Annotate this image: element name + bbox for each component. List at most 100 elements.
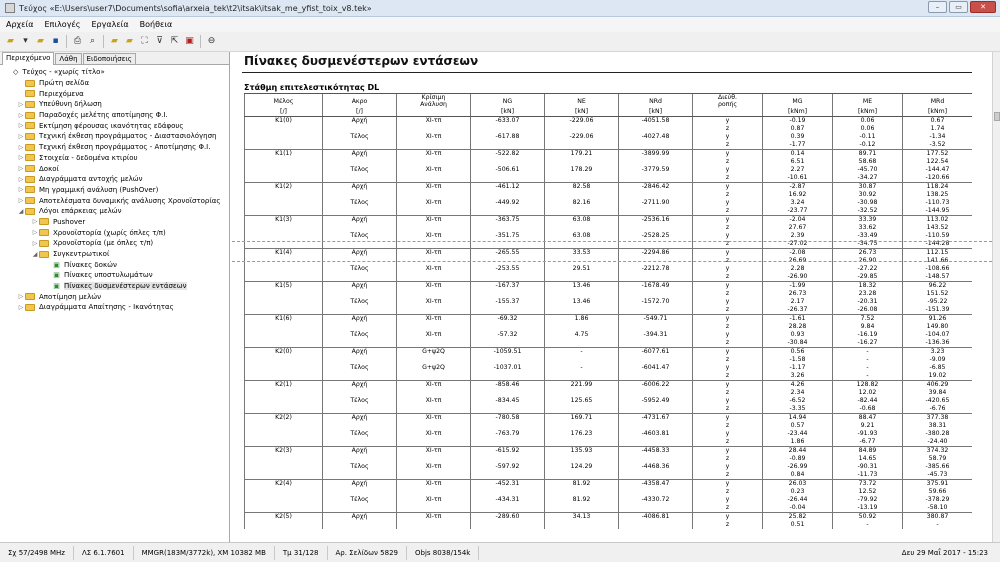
menu-item-tools[interactable]: Εργαλεία	[91, 20, 128, 29]
table-cell: -2846.42	[618, 182, 693, 191]
tree-item[interactable]: ▣ Πίνακες δυσμενέστερων εντάσεων	[0, 281, 229, 292]
table-cell: Αρχή	[322, 248, 397, 257]
tree-item[interactable]: Περιεχόμενα	[0, 88, 229, 99]
tree-item[interactable]: ▷ Δοκοί	[0, 163, 229, 174]
tree-item[interactable]: ▷ Παραδοχές μελέτης αποτίμησης Φ.Ι.	[0, 110, 229, 121]
expand-arrow-icon[interactable]: ▷	[17, 165, 25, 172]
table-cell	[618, 158, 693, 166]
expand-arrow-icon[interactable]: ▷	[31, 229, 39, 236]
table-cell	[470, 372, 545, 381]
table-cell: Αρχή	[322, 116, 397, 125]
table-row: Τέλος XI-τπ -597.92 124.29 -4468.36 y -26.99 -9…	[244, 463, 972, 471]
table-cell	[322, 389, 397, 397]
menu-item-options[interactable]: Επιλογές	[44, 20, 80, 29]
tree-item[interactable]: ◢ Συγκεντρωτικοί	[0, 249, 229, 260]
table-cell	[618, 174, 693, 183]
expand-arrow-icon[interactable]: ▷	[31, 218, 39, 225]
menu-item-help[interactable]: Βοήθεια	[140, 20, 173, 29]
folder-icon[interactable]: ▰	[123, 35, 136, 48]
table-cell: y	[692, 133, 763, 141]
table-cell: -58.10	[902, 504, 972, 513]
table-cell: -2711.90	[618, 199, 693, 207]
tree-item[interactable]: ▷ Χρονοϊστορία (χωρίς όπλες τ/π)	[0, 227, 229, 238]
maximize-button[interactable]: ▭	[949, 1, 968, 13]
tree-item[interactable]: ▷ Υπεύθυνη δήλωση	[0, 99, 229, 110]
pdf-icon[interactable]: ▣	[183, 35, 196, 48]
expand-arrow-icon[interactable]: ▷	[17, 133, 25, 140]
table-cell: 16.92	[762, 191, 833, 199]
expand-arrow-icon[interactable]: ▷	[17, 154, 25, 161]
table-cell: -506.61	[470, 166, 545, 174]
expand-arrow-icon[interactable]: ▷	[17, 101, 25, 108]
table-cell	[396, 471, 471, 480]
table-row: Τέλος XI-τπ -506.61 178.29 -3779.59 y 2.27 -45.…	[244, 166, 972, 174]
table-cell: 9.84	[832, 323, 903, 331]
vertical-scrollbar[interactable]	[992, 52, 1000, 542]
print-preview-icon[interactable]: ⌕	[86, 35, 99, 48]
scrollbar-thumb[interactable]	[994, 112, 1000, 121]
tab-contents[interactable]: Περιεχόμενο	[2, 52, 55, 65]
tree-item[interactable]: ▷ Τεχνική έκθεση προγράμματος - Αποτίμηση…	[0, 142, 229, 153]
tree-item[interactable]: ◇ Τεύχος - «χωρίς τίτλο»	[0, 67, 229, 78]
table-cell: 3.23	[902, 347, 972, 356]
expanded-arrow-icon[interactable]: ◢	[17, 208, 25, 215]
table-cell: y	[692, 446, 763, 455]
dropdown-icon[interactable]: ▾	[19, 35, 32, 48]
expand-arrow-icon[interactable]: ▷	[17, 176, 25, 183]
table-row: z 26.73 23.28 151.52	[244, 290, 972, 298]
minimize-button[interactable]: –	[928, 1, 947, 13]
table-cell: XI-τπ	[396, 479, 471, 488]
expand-arrow-icon[interactable]: ▷	[17, 186, 25, 193]
table-row: Τέλος XI-τπ -617.88 -229.06 -4027.48 y 0.39 -0.…	[244, 133, 972, 141]
table-cell: 63.08	[544, 215, 619, 224]
tree-item[interactable]: ▷ Pushover	[0, 217, 229, 228]
export-icon[interactable]: ⇱	[168, 35, 181, 48]
table-cell	[470, 504, 545, 513]
expand-arrow-icon[interactable]: ▷	[17, 144, 25, 151]
tab-errors[interactable]: Λάθη	[55, 53, 82, 64]
tree-item[interactable]: ▷ Τεχνική έκθεση προγράμματος - Διαστασιο…	[0, 131, 229, 142]
tree-item[interactable]: ▷ Χρονοϊστορία (με όπλες τ/π)	[0, 238, 229, 249]
tree-item[interactable]: ▷ Εκτίμηση φέρουσας ικανότητας εδάφους	[0, 120, 229, 131]
table-cell: 33.62	[832, 224, 903, 232]
print-icon[interactable]: ⎙	[71, 35, 84, 48]
table-cell: y	[692, 314, 763, 323]
tree-item[interactable]: ▣ Πίνακες δοκών	[0, 259, 229, 270]
expand-arrow-icon[interactable]: ▷	[17, 112, 25, 119]
close-button[interactable]: ✕	[970, 1, 996, 13]
expand-arrow-icon[interactable]: ▷	[17, 304, 25, 311]
tree-item[interactable]: ▷ Αποτίμηση μελών	[0, 291, 229, 302]
tree-item[interactable]: ▷ Μη γραμμική ανάλυση (PushOver)	[0, 185, 229, 196]
table-cell: 25.82	[762, 512, 833, 521]
folder-up-icon[interactable]: ▰	[108, 35, 121, 48]
tree-item[interactable]: Πρώτη σελίδα	[0, 78, 229, 89]
menu-item-files[interactable]: Αρχεία	[6, 20, 33, 29]
back-icon[interactable]: ⊖	[205, 35, 218, 48]
tab-notifications[interactable]: Ειδοποιήσεις	[82, 53, 136, 64]
expand-arrow-icon[interactable]: ▷	[17, 122, 25, 129]
expand-arrow-icon[interactable]: ▷	[17, 197, 25, 204]
table-cell: -2212.78	[618, 265, 693, 273]
tree-item[interactable]: ▷ Διαγράμματα Απαίτησης - Ικανότητας	[0, 302, 229, 313]
table-cell: -4330.72	[618, 496, 693, 504]
table-cell: -2.87	[762, 182, 833, 191]
tree-item[interactable]: ▣ Πίνακες υποστυλωμάτων	[0, 270, 229, 281]
binoculars-icon[interactable]: ⛶	[138, 35, 151, 48]
table-cell: -6.76	[902, 405, 972, 414]
open-icon[interactable]: ▰	[4, 35, 17, 48]
tree-item[interactable]: ▷ Διαγράμματα αντοχής μελών	[0, 174, 229, 185]
tree-item[interactable]: ◢ Λόγοι επάρκειας μελών	[0, 206, 229, 217]
tree-item[interactable]: ▷ Στοιχεία - δεδομένα κτιρίου	[0, 153, 229, 164]
table-cell	[396, 224, 471, 232]
expand-arrow-icon[interactable]: ▷	[31, 240, 39, 247]
table-cell: XI-τπ	[396, 281, 471, 290]
table-cell: z	[692, 224, 763, 232]
save-icon[interactable]: ▪	[49, 35, 62, 48]
table-cell: 125.65	[544, 397, 619, 405]
tree-item[interactable]: ▷ Αποτελέσματα δυναμικής ανάλυσης Χρονοϊσ…	[0, 195, 229, 206]
expanded-arrow-icon[interactable]: ◢	[31, 251, 39, 258]
expand-arrow-icon[interactable]: ▷	[17, 293, 25, 300]
filter-icon[interactable]: ⊽	[153, 35, 166, 48]
table-cell: -69.32	[470, 314, 545, 323]
folder-open-icon[interactable]: ▰	[34, 35, 47, 48]
